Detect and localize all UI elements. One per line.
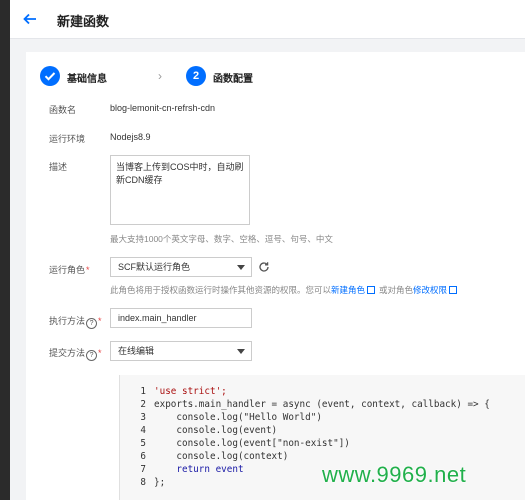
- step-1-label: 基础信息: [67, 74, 107, 85]
- function-name-value: blog-lemonit-cn-refrsh-cdn: [110, 103, 216, 113]
- code-line: 1 'use strict';: [120, 385, 227, 398]
- handler-label: 执行方法? *: [49, 314, 102, 329]
- step-1-check-icon: [40, 66, 60, 86]
- window: 新建函数 基础信息 › 2 函数配置 函数名 blog-lemonit-cn-r…: [10, 0, 525, 500]
- edit-permission-link[interactable]: 修改权限: [413, 285, 447, 295]
- description-label: 描述: [49, 162, 68, 172]
- submit-method-value: 在线编辑: [118, 346, 155, 356]
- line-number: 5: [140, 438, 146, 449]
- submit-method-label: 提交方法? *: [49, 346, 102, 361]
- required-mark: *: [86, 265, 90, 275]
- code-text: console.log(event): [154, 425, 278, 436]
- external-link-icon: [449, 286, 458, 294]
- submit-method-select[interactable]: 在线编辑: [110, 341, 252, 361]
- role-label-text: 运行角色: [49, 265, 86, 275]
- code-text: exports.main_handler = async (event, con…: [154, 399, 490, 410]
- caret-down-icon: [237, 265, 245, 270]
- role-label: 运行角色*: [49, 263, 90, 276]
- code-line: 6 console.log(context): [120, 450, 288, 463]
- back-arrow-icon[interactable]: [22, 11, 38, 27]
- function-name-label: 函数名: [49, 105, 77, 115]
- handler-label-text: 执行方法: [49, 316, 86, 326]
- description-hint: 最大支持1000个英文字母、数字、空格、逗号、句号、中文: [110, 234, 333, 244]
- help-icon[interactable]: ?: [86, 350, 98, 361]
- submit-method-label-text: 提交方法: [49, 348, 86, 358]
- external-link-icon: [367, 286, 376, 294]
- role-select[interactable]: SCF默认运行角色: [110, 257, 252, 277]
- code-text: return event: [154, 464, 244, 475]
- line-number: 4: [140, 425, 146, 436]
- line-number: 2: [140, 399, 146, 410]
- runtime-value: Nodejs8.9: [110, 132, 151, 142]
- help-icon[interactable]: ?: [86, 318, 98, 329]
- caret-down-icon: [237, 349, 245, 354]
- code-line: 4 console.log(event): [120, 424, 277, 437]
- page-header: 新建函数: [10, 0, 525, 39]
- watermark: www.9969.net: [322, 462, 467, 487]
- code-line: 7 return event: [120, 463, 244, 476]
- form-panel: 基础信息 › 2 函数配置 函数名 blog-lemonit-cn-refrsh…: [26, 52, 525, 500]
- stepper: 基础信息 › 2 函数配置: [40, 66, 520, 88]
- role-hint-middle: 或对角色: [379, 285, 414, 295]
- role-select-value: SCF默认运行角色: [118, 262, 191, 272]
- code-line: 3 console.log("Hello World"): [120, 411, 322, 424]
- code-text: 'use strict';: [154, 386, 227, 397]
- page-title: 新建函数: [57, 14, 110, 29]
- role-hint: 此角色将用于授权函数运行时操作其他资源的权限。您可以新建角色 或对角色修改权限: [110, 284, 461, 296]
- runtime-label: 运行环境: [49, 134, 86, 144]
- code-text: console.log("Hello World"): [154, 412, 322, 423]
- code-line: 5 console.log(event["non-exist"]): [120, 437, 350, 450]
- line-number: 6: [140, 451, 146, 462]
- handler-input[interactable]: index.main_handler: [110, 308, 252, 328]
- step-2-number: 2: [186, 66, 206, 86]
- code-text: };: [154, 477, 166, 488]
- required-mark: *: [98, 316, 102, 326]
- code-text: console.log(event["non-exist"]): [154, 438, 350, 449]
- step-2-label: 函数配置: [213, 74, 253, 85]
- line-number: 8: [140, 477, 146, 488]
- line-number: 1: [140, 386, 146, 397]
- role-hint-prefix: 此角色将用于授权函数运行时操作其他资源的权限。您可以: [110, 285, 332, 295]
- line-number: 7: [140, 464, 146, 475]
- new-role-link[interactable]: 新建角色: [331, 285, 365, 295]
- chevron-right-icon: ›: [158, 69, 162, 83]
- line-number: 3: [140, 412, 146, 423]
- required-mark: *: [98, 348, 102, 358]
- code-text: console.log(context): [154, 451, 289, 462]
- description-textarea[interactable]: 当博客上传到COS中时，自动刷新CDN缓存: [110, 155, 250, 225]
- refresh-icon[interactable]: [258, 261, 270, 273]
- code-line: 8};: [120, 476, 165, 489]
- code-line: 2 exports.main_handler = async (event, co…: [120, 398, 490, 411]
